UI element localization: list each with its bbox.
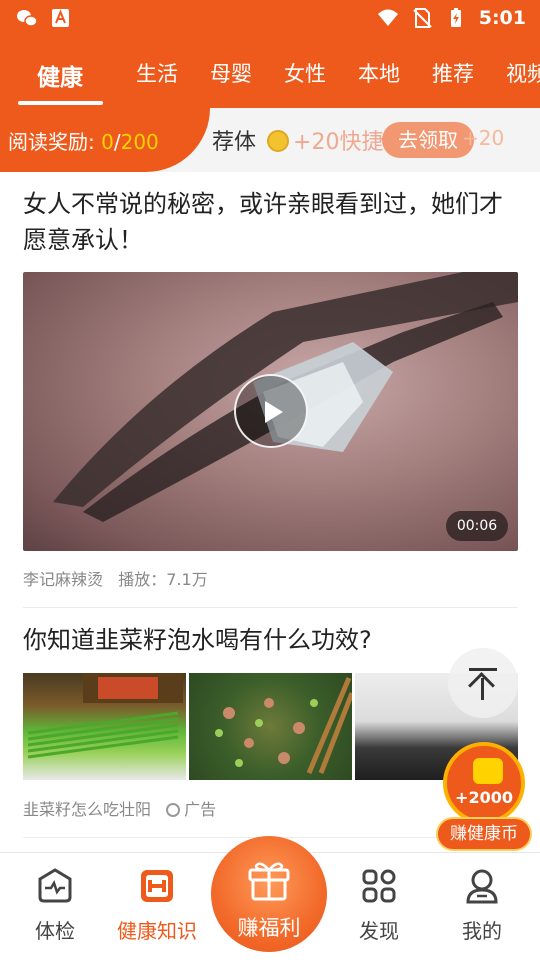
reward-label: 阅读奖励: [8, 130, 95, 154]
no-sim-icon [413, 8, 432, 28]
nav-label: 体检 [35, 919, 75, 943]
ad-source[interactable]: 韭菜籽怎么吃壮阳 [23, 800, 151, 819]
earn-coins-button[interactable]: 赚健康币 [436, 817, 532, 851]
tab-recommend[interactable]: 推荐 [432, 58, 474, 88]
ad-meta: 韭菜籽怎么吃壮阳 广告 [23, 796, 216, 820]
clock: 5:01 [478, 7, 526, 29]
nav-earn-welfare[interactable]: 赚福利 [211, 836, 327, 952]
nav-label: 我的 [462, 919, 502, 943]
reading-reward-bar: 荐体 +20快捷 去领取 +20 阅读奖励: 0/200 [0, 108, 540, 172]
nav-label: 赚福利 [237, 916, 301, 940]
app-header: 5:01 健康 生活 母婴 女性 本地 推荐 视频 [0, 0, 540, 108]
nav-label: 发现 [359, 919, 399, 943]
nav-label: 健康知识 [117, 919, 197, 943]
weixin-icon [17, 10, 38, 27]
video-thumbnail[interactable]: 00:06 [23, 272, 518, 551]
discover-grid-icon [362, 869, 396, 903]
ad-title[interactable]: 你知道韭菜籽泡水喝有什么功效? [23, 622, 518, 658]
reward-current: 0 [101, 130, 114, 154]
article-title[interactable]: 女人不常说的秘密，或许亲眼看到过，她们才愿意承认！ [23, 186, 518, 258]
ad-image-chives-art [27, 673, 183, 759]
reward-amount: +2000 [455, 788, 513, 807]
reward-separator: / [113, 130, 121, 154]
nav-profile[interactable]: 我的 [437, 853, 527, 960]
yuan-coin-icon [473, 758, 503, 784]
health-check-icon [38, 868, 72, 903]
tab-women[interactable]: 女性 [284, 58, 326, 88]
nav-discover[interactable]: 发现 [334, 853, 424, 960]
marquee-text: 荐体 [212, 130, 257, 155]
tab-maternal[interactable]: 母婴 [210, 58, 252, 88]
gift-box-icon [248, 862, 290, 901]
app-a-icon [52, 9, 69, 27]
category-tabs: 健康 生活 母婴 女性 本地 推荐 视频 [0, 46, 540, 108]
dumbbell-icon [141, 870, 173, 902]
coin-reward-2: +20 [462, 126, 505, 150]
ad-image-stirfry[interactable] [189, 673, 352, 780]
ad-icon [166, 803, 181, 817]
coin-reward-float[interactable]: +2000 [443, 742, 525, 824]
claim-button[interactable]: 去领取 [382, 122, 474, 158]
video-duration: 00:06 [446, 511, 508, 541]
gold-coin-icon [267, 130, 290, 152]
ad-image-stirfry-art [215, 677, 352, 774]
ad-image-chives[interactable] [23, 673, 186, 780]
tab-video[interactable]: 视频 [506, 58, 540, 88]
battery-charging-icon [450, 8, 461, 27]
nav-health-check[interactable]: 体检 [10, 853, 100, 960]
back-to-top-icon[interactable] [448, 648, 518, 718]
tab-health[interactable]: 健康 [37, 58, 83, 92]
wifi-icon [377, 9, 398, 26]
article-meta: 李记麻辣烫 播放：7.1万 [23, 566, 208, 590]
article-source[interactable]: 李记麻辣烫 [23, 570, 103, 589]
profile-icon [466, 869, 498, 904]
reward-marquee: 荐体 +20快捷 [212, 124, 383, 156]
marquee-text-2: 快捷 [339, 130, 384, 155]
status-bar: 5:01 [0, 0, 540, 38]
reward-total: 200 [120, 130, 159, 154]
reading-reward-pill[interactable]: 阅读奖励: 0/200 [0, 108, 210, 172]
tab-local[interactable]: 本地 [358, 58, 400, 88]
play-count: 播放：7.1万 [118, 570, 208, 589]
ad-label[interactable]: 广告 [184, 800, 216, 819]
tab-life[interactable]: 生活 [136, 58, 178, 88]
divider [23, 607, 518, 608]
active-tab-indicator [18, 101, 103, 105]
nav-health-knowledge[interactable]: 健康知识 [112, 853, 202, 960]
coin-reward: +20 [293, 130, 340, 155]
play-icon[interactable] [234, 374, 308, 448]
